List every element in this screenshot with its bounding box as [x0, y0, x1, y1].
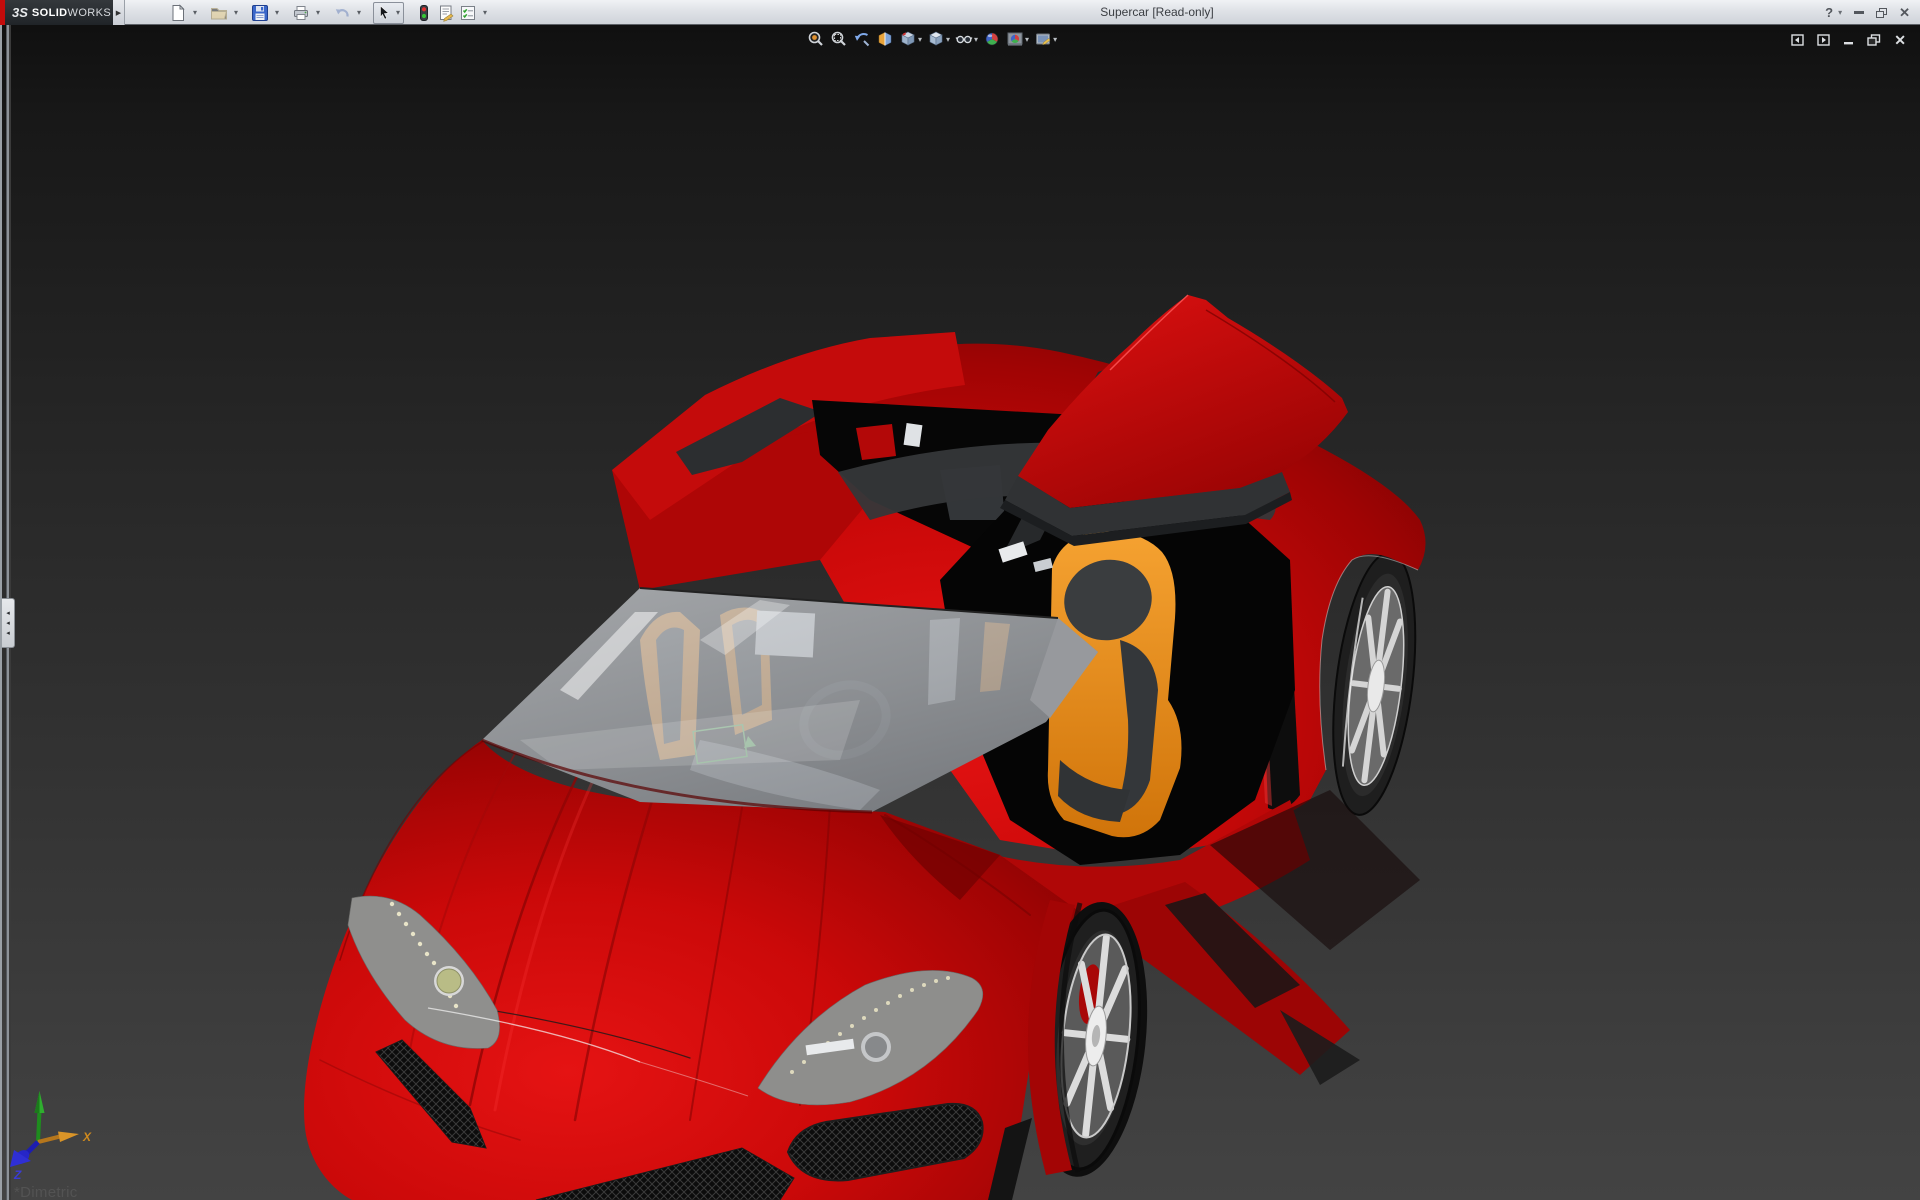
triad-z-label: Z — [13, 1168, 22, 1182]
apply-scene-button[interactable]: ▾ — [1005, 29, 1030, 49]
previous-view-icon — [854, 33, 870, 47]
titlebar: 3S SOLIDWORKS ▶ ▾ ▾ ▾ ▾ ▾ ▾ ▾ Supercar [… — [0, 0, 1920, 25]
section-view-icon — [878, 32, 892, 46]
display-style-button[interactable]: ▾ — [926, 29, 951, 49]
view-settings-caret[interactable]: ▾ — [1053, 35, 1057, 44]
save-floppy-icon — [252, 4, 268, 21]
menu-expand-arrow[interactable]: ▶ — [113, 0, 125, 25]
pane-previous-icon — [1791, 34, 1804, 46]
file-properties-icon — [440, 5, 454, 22]
view-settings-button[interactable]: ▾ — [1033, 29, 1058, 49]
document-window-controls: ✕ — [1791, 33, 1906, 47]
graphics-viewport[interactable]: ▾ ▾ ▾ ▾ ▾ ✕ ◂ ◂ ◂ X Z *Dimetric — [0, 25, 1920, 1200]
open-dropdown-caret[interactable]: ▾ — [232, 8, 240, 17]
brand-light: WORKS — [67, 6, 112, 19]
collapse-arrow-icon: ◂ — [6, 609, 10, 617]
new-document-icon — [172, 3, 185, 21]
options-button[interactable] — [458, 2, 478, 24]
undo-button[interactable] — [332, 2, 352, 24]
restore-button[interactable] — [1876, 7, 1888, 18]
view-settings-icon — [1036, 33, 1051, 46]
window-controls: ? ▾ ✕ — [1825, 0, 1910, 25]
printer-icon — [294, 5, 308, 20]
hide-show-caret[interactable]: ▾ — [974, 35, 978, 44]
eyeglasses-icon — [955, 35, 973, 44]
help-dropdown-caret[interactable]: ▾ — [1838, 8, 1842, 17]
apply-scene-icon — [1007, 32, 1023, 46]
view-orientation-button[interactable]: ▾ — [898, 29, 923, 49]
display-style-caret[interactable]: ▾ — [946, 35, 950, 44]
cursor-arrow-icon — [380, 4, 390, 20]
select-tool-button[interactable]: ▾ — [373, 1, 404, 24]
rebuild-button[interactable] — [414, 2, 434, 24]
close-button[interactable]: ✕ — [1899, 6, 1910, 19]
print-dropdown-caret[interactable]: ▾ — [314, 8, 322, 17]
previous-view-button[interactable] — [852, 29, 872, 49]
solidworks-logo: 3S SOLIDWORKS — [5, 0, 113, 25]
3ds-logo-icon: 3S — [12, 5, 28, 20]
view-orientation-label: *Dimetric — [14, 1184, 78, 1200]
feature-panel-collapse-tab[interactable]: ◂ ◂ ◂ — [2, 598, 15, 648]
save-dropdown-caret[interactable]: ▾ — [273, 8, 281, 17]
undo-arrow-icon — [335, 8, 349, 17]
pane-previous-button[interactable] — [1791, 34, 1804, 46]
section-view-button[interactable] — [875, 29, 895, 49]
reference-triad: X Z — [10, 1091, 92, 1182]
open-folder-icon — [211, 7, 228, 19]
view-orientation-icon — [901, 31, 915, 46]
apply-scene-caret[interactable]: ▾ — [1025, 35, 1029, 44]
doc-restore-icon — [1867, 34, 1881, 46]
file-properties-button[interactable] — [436, 2, 456, 24]
display-style-icon — [929, 31, 943, 46]
undo-dropdown-caret[interactable]: ▾ — [355, 8, 363, 17]
doc-close-button[interactable]: ✕ — [1894, 33, 1906, 47]
doc-minimize-icon — [1844, 42, 1854, 45]
document-title: Supercar [Read-only] — [1100, 5, 1214, 19]
appearance-sphere-icon — [985, 32, 999, 46]
zoom-to-fit-icon — [808, 31, 823, 46]
main-toolbar: ▾ ▾ ▾ ▾ ▾ ▾ ▾ — [168, 0, 489, 25]
hide-show-items-button[interactable]: ▾ — [954, 29, 979, 49]
3d-model-supercar[interactable] — [0, 25, 1920, 1200]
options-checklist-icon — [461, 5, 475, 20]
doc-minimize-button[interactable] — [1843, 34, 1854, 46]
triad-x-label: X — [82, 1130, 92, 1144]
traffic-light-icon — [420, 4, 428, 21]
print-button[interactable] — [291, 2, 311, 24]
brand-bold: SOLID — [31, 6, 68, 19]
solidworks-window: 3S SOLIDWORKS ▶ ▾ ▾ ▾ ▾ ▾ ▾ ▾ Supercar [… — [0, 0, 1920, 1200]
save-button[interactable] — [250, 2, 270, 24]
edit-appearance-button[interactable] — [982, 29, 1002, 49]
zoom-to-fit-button[interactable] — [806, 29, 826, 49]
view-orientation-caret[interactable]: ▾ — [918, 35, 922, 44]
headsup-view-toolbar: ▾ ▾ ▾ ▾ ▾ — [806, 29, 1058, 49]
rear-wheel[interactable] — [1320, 548, 1428, 819]
collapse-arrow-icon: ◂ — [6, 629, 10, 637]
minimize-button[interactable] — [1854, 11, 1865, 14]
open-document-button[interactable] — [209, 2, 229, 24]
collapse-arrow-icon: ◂ — [6, 619, 10, 627]
zoom-to-area-icon — [831, 31, 846, 46]
options-dropdown-caret[interactable]: ▾ — [481, 8, 489, 17]
pane-next-icon — [1817, 34, 1830, 46]
zoom-to-area-button[interactable] — [829, 29, 849, 49]
new-dropdown-caret[interactable]: ▾ — [191, 8, 199, 17]
help-button[interactable]: ? — [1825, 6, 1833, 19]
select-dropdown-caret[interactable]: ▾ — [394, 8, 402, 17]
new-document-button[interactable] — [168, 2, 188, 24]
pane-next-button[interactable] — [1817, 34, 1830, 46]
doc-restore-button[interactable] — [1867, 34, 1881, 46]
